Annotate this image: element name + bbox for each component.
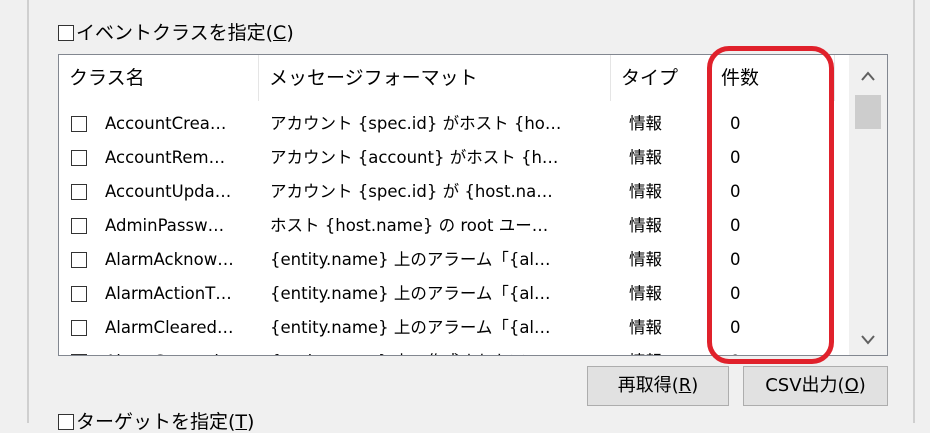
cell-class-name: AlarmCleared… (105, 318, 234, 337)
cell-count: 0 (730, 284, 741, 303)
table-row[interactable]: AlarmAcknow… {entity.name} 上のアラーム「{al… 情… (59, 243, 849, 277)
table-row[interactable]: AlarmCleared… {entity.name} 上のアラーム「{al… … (59, 311, 849, 345)
event-class-list[interactable]: クラス名 メッセージフォーマット タイプ 件数 AccountCrea… アカウ… (58, 54, 888, 356)
target-label[interactable]: ターゲットを指定(T) (76, 411, 254, 433)
event-class-label-text: イベントクラスを指定( (76, 22, 274, 44)
column-header-message-format[interactable]: メッセージフォーマット (259, 55, 611, 101)
column-header-count[interactable]: 件数 (711, 55, 835, 101)
cell-count: 0 (730, 182, 741, 201)
event-class-label-end: ) (286, 22, 294, 44)
cell-message: {entity.name} 上のアラーム「{al… (270, 318, 551, 337)
table-row[interactable]: AdminPassw… ホスト {host.name} の root ユー… 情… (59, 209, 849, 243)
cell-count: 0 (730, 148, 741, 167)
cell-class-name: AlarmCreated… (105, 345, 265, 355)
list-header: クラス名 メッセージフォーマット タイプ 件数 (59, 55, 849, 101)
cell-message: アカウント {spec.id} がホスト {ho… (270, 114, 562, 133)
group-border-left (27, 0, 29, 423)
refresh-button-text: 再取得( (617, 375, 679, 396)
vertical-scrollbar[interactable] (849, 55, 887, 355)
cell-type: 情報 (629, 114, 662, 133)
cell-message: {entity.name} 上で作成されたア… (270, 345, 610, 355)
cell-message: アカウント {account} がホスト {h… (270, 148, 559, 167)
cell-class-name: AdminPassw… (105, 216, 225, 235)
cell-count: 0 (730, 114, 741, 133)
cell-count: 0 (730, 345, 810, 355)
cell-type: 情報 (629, 250, 662, 269)
row-checkbox[interactable] (71, 150, 87, 166)
table-row[interactable]: AlarmActionT… {entity.name} 上のアラーム「{al… … (59, 277, 849, 311)
table-row[interactable]: AccountUpda… アカウント {spec.id} が {host.na…… (59, 175, 849, 209)
row-checkbox[interactable] (71, 184, 87, 200)
cell-type: 情報 (629, 182, 662, 201)
row-checkbox[interactable] (71, 252, 87, 268)
event-class-mnemonic: C (273, 22, 287, 44)
column-header-class-name[interactable]: クラス名 (59, 55, 259, 101)
chevron-down-icon[interactable] (849, 321, 887, 355)
row-checkbox[interactable] (71, 354, 87, 355)
row-checkbox[interactable] (71, 116, 87, 132)
csv-export-button[interactable]: CSV出力(O) (743, 366, 888, 406)
table-row[interactable]: AccountCrea… アカウント {spec.id} がホスト {ho… 情… (59, 107, 849, 141)
target-label-text: ターゲットを指定( (76, 411, 236, 433)
target-label-end: ) (247, 411, 255, 433)
cell-type: 情報 (629, 284, 662, 303)
table-row[interactable]: AccountRem… アカウント {account} がホスト {h… 情報 … (59, 141, 849, 175)
group-border-right (913, 0, 915, 423)
cell-count: 0 (730, 216, 741, 235)
cell-message: ホスト {host.name} の root ユー… (270, 216, 549, 235)
refresh-button[interactable]: 再取得(R) (587, 366, 729, 406)
cell-class-name: AccountCrea… (105, 114, 227, 133)
cell-type: 情報 (629, 345, 709, 355)
target-mnemonic: T (235, 411, 248, 433)
cell-count: 0 (730, 250, 741, 269)
cell-class-name: AlarmAcknow… (105, 250, 234, 269)
row-checkbox[interactable] (71, 320, 87, 336)
refresh-button-mnemonic: R (678, 375, 692, 396)
cell-message: アカウント {spec.id} が {host.na… (270, 182, 553, 201)
cell-type: 情報 (629, 216, 662, 235)
cell-class-name: AccountUpda… (105, 182, 232, 201)
cell-class-name: AlarmActionT… (105, 284, 232, 303)
csv-button-text: CSV出力( (765, 375, 845, 396)
cell-class-name: AccountRem… (105, 148, 226, 167)
csv-button-mnemonic: O (844, 375, 859, 396)
row-checkbox[interactable] (71, 286, 87, 302)
cell-message: {entity.name} 上のアラーム「{al… (270, 250, 551, 269)
target-checkbox[interactable] (58, 414, 74, 430)
column-header-type[interactable]: タイプ (611, 55, 711, 101)
csv-button-end: ) (858, 375, 866, 396)
row-checkbox[interactable] (71, 218, 87, 234)
event-class-checkbox[interactable] (58, 25, 74, 41)
table-row[interactable]: AlarmCreated… {entity.name} 上で作成されたア… 情報… (59, 345, 849, 355)
refresh-button-end: ) (691, 375, 699, 396)
scrollbar-thumb[interactable] (855, 95, 881, 129)
cell-message: {entity.name} 上のアラーム「{al… (270, 284, 551, 303)
event-class-label[interactable]: イベントクラスを指定(C) (76, 22, 294, 44)
cell-type: 情報 (629, 148, 662, 167)
chevron-up-icon[interactable] (849, 57, 887, 91)
cell-count: 0 (730, 318, 741, 337)
cell-type: 情報 (629, 318, 662, 337)
